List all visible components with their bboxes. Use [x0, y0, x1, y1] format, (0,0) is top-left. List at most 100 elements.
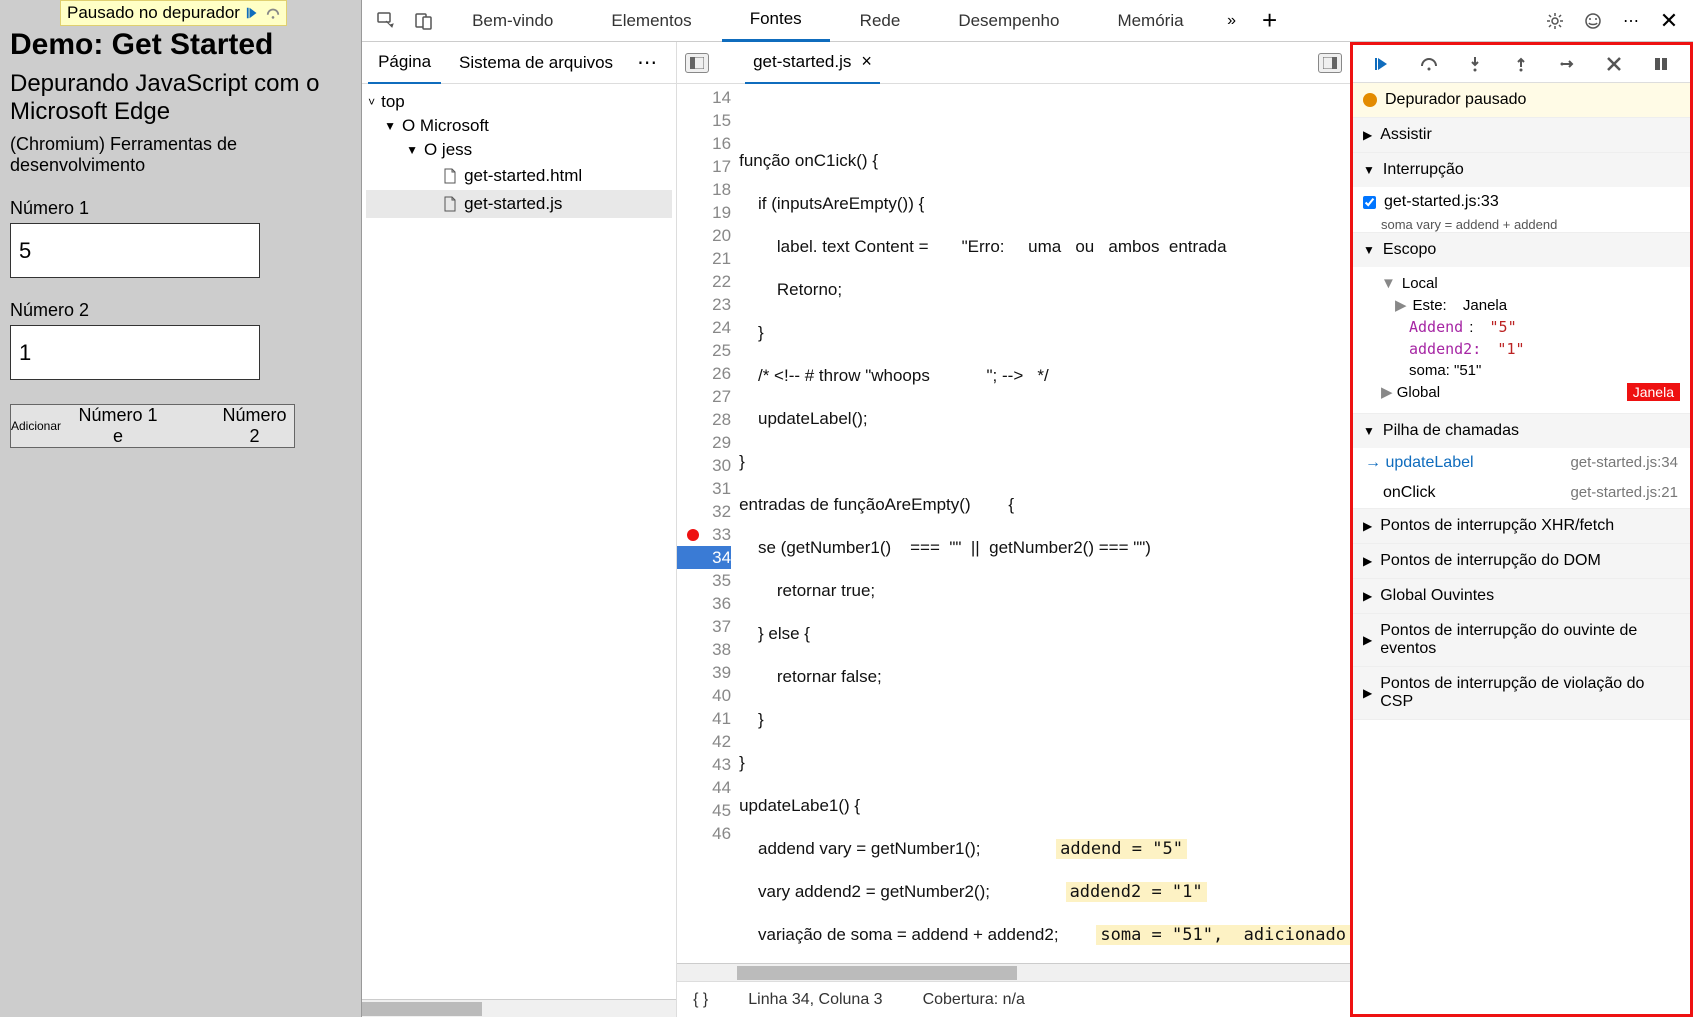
- scope-this-value: Janela: [1463, 297, 1507, 314]
- inline-value-addend2: addend2 = "1": [1066, 882, 1207, 902]
- breakpoint-location: get-started.js:33: [1384, 193, 1499, 211]
- nav-tab-page[interactable]: Página: [368, 42, 441, 84]
- feedback-icon[interactable]: [1575, 3, 1611, 39]
- tree-file-html-label: get-started.html: [464, 166, 582, 186]
- breakpoint-item[interactable]: get-started.js:33: [1353, 187, 1690, 217]
- section-scope[interactable]: ▼Escopo: [1353, 233, 1690, 267]
- coverage-label: Cobertura: n/a: [923, 991, 1025, 1009]
- section-dom-bp[interactable]: ▶Pontos de interrupção do DOM: [1353, 544, 1690, 578]
- editor-tab-close-icon[interactable]: ×: [861, 51, 872, 72]
- editor-status-bar: { } Linha 34, Coluna 3 Cobertura: n/a: [677, 981, 1350, 1017]
- cursor-position: Linha 34, Coluna 3: [748, 991, 882, 1009]
- callstack-frame-1[interactable]: onClickget-started.js:21: [1353, 478, 1690, 508]
- tree-domain[interactable]: ▼O Microsoft: [366, 114, 672, 138]
- inline-value-soma: soma = "51", adicionado: [1096, 925, 1350, 945]
- section-breakpoints[interactable]: ▼Interrupção: [1353, 153, 1690, 187]
- callstack-frame-0-fn: updateLabel: [1385, 454, 1473, 471]
- num2-input[interactable]: [10, 325, 260, 380]
- section-global-listeners[interactable]: ▶Global Ouvintes: [1353, 579, 1690, 613]
- section-watch[interactable]: ▶Assistir: [1353, 118, 1690, 152]
- scope-this[interactable]: ▶Este: Janela: [1381, 294, 1680, 316]
- more-tabs-icon[interactable]: »: [1214, 3, 1250, 39]
- tree-top[interactable]: ˅top: [366, 90, 672, 114]
- section-callstack[interactable]: ▼Pilha de chamadas: [1353, 414, 1690, 448]
- section-dom-label: Pontos de interrupção do DOM: [1380, 552, 1601, 570]
- step-button[interactable]: [1553, 49, 1583, 79]
- section-xhr-bp[interactable]: ▶Pontos de interrupção XHR/fetch: [1353, 509, 1690, 543]
- more-icon[interactable]: ⋯: [1613, 3, 1649, 39]
- callstack-frame-0[interactable]: → updateLabelget-started.js:34: [1353, 448, 1690, 478]
- scope-global[interactable]: ▶ GlobalJanela: [1381, 381, 1680, 403]
- section-xhr-label: Pontos de interrupção XHR/fetch: [1380, 517, 1614, 535]
- toggle-debugger-icon[interactable]: [1318, 53, 1342, 73]
- num1-input[interactable]: [10, 223, 260, 278]
- add-button-mid: Número 1 e: [71, 405, 165, 447]
- section-watch-label: Assistir: [1380, 126, 1432, 144]
- step-out-button[interactable]: [1506, 49, 1536, 79]
- section-callstack-label: Pilha de chamadas: [1383, 422, 1519, 440]
- tree-file-js[interactable]: get-started.js: [366, 190, 672, 218]
- scope-var-soma: soma: "51": [1381, 360, 1680, 381]
- tree-folder[interactable]: ▼O jess: [366, 138, 672, 162]
- section-event-bp-label: Pontos de interrupção do ouvinte de even…: [1380, 622, 1680, 658]
- paused-overlay-text: Pausado no depurador: [67, 3, 240, 23]
- line-gutter[interactable]: 1415161718192021222324252627282930313233…: [677, 84, 739, 963]
- section-csp-label: Pontos de interrupção de violação do CSP: [1380, 675, 1680, 711]
- tab-performance[interactable]: Desempenho: [930, 0, 1087, 42]
- tab-elements[interactable]: Elementos: [583, 0, 719, 42]
- deactivate-bp-button[interactable]: [1599, 49, 1629, 79]
- step-over-button[interactable]: [1414, 49, 1444, 79]
- editor-pane: get-started.js × 14151617181920212223242…: [677, 42, 1353, 1017]
- devtools-top-tabs: Bem-vindo Elementos Fontes Rede Desempen…: [362, 0, 1693, 42]
- scope-local-label: Local: [1402, 275, 1438, 292]
- callstack-frame-1-loc: get-started.js:21: [1570, 484, 1678, 502]
- debugger-pane: Depurador pausado ▶Assistir ▼Interrupção…: [1353, 42, 1693, 1017]
- file-tree: ˅top ▼O Microsoft ▼O jess get-started.ht…: [362, 84, 676, 224]
- page-subtitle-2: (Chromium) Ferramentas de desenvolviment…: [10, 134, 351, 176]
- step-over-icon[interactable]: [266, 6, 280, 20]
- braces-icon[interactable]: { }: [693, 991, 708, 1009]
- nav-scrollbar[interactable]: [362, 999, 676, 1017]
- code-content: função onC1ick() { if (inputsAreEmpty())…: [739, 84, 1350, 963]
- resume-icon[interactable]: [246, 6, 260, 20]
- resume-button[interactable]: [1367, 49, 1397, 79]
- tab-sources[interactable]: Fontes: [722, 0, 830, 42]
- num1-label: Número 1: [10, 198, 351, 219]
- tab-network[interactable]: Rede: [832, 0, 929, 42]
- step-into-button[interactable]: [1460, 49, 1490, 79]
- page-title: Demo: Get Started: [10, 28, 351, 62]
- tab-memory[interactable]: Memória: [1089, 0, 1211, 42]
- breakpoint-checkbox[interactable]: [1363, 196, 1376, 209]
- toggle-navigator-icon[interactable]: [685, 53, 709, 73]
- debugger-status-text: Depurador pausado: [1385, 91, 1526, 109]
- add-tab-icon[interactable]: +: [1252, 3, 1288, 39]
- tab-welcome[interactable]: Bem-vindo: [444, 0, 581, 42]
- inline-value-addend: addend = "5": [1056, 839, 1187, 859]
- breakpoint-code: soma vary = addend + addend: [1353, 217, 1690, 232]
- navigator-pane: Página Sistema de arquivos ⋯ ˅top ▼O Mic…: [362, 42, 677, 1017]
- section-csp-bp[interactable]: ▶Pontos de interrupção de violação do CS…: [1353, 667, 1690, 719]
- editor-tab[interactable]: get-started.js ×: [745, 42, 880, 84]
- file-icon: [442, 168, 458, 184]
- tree-domain-label: O Microsoft: [402, 116, 489, 136]
- nav-tab-filesystem[interactable]: Sistema de arquivos: [449, 42, 623, 84]
- section-listeners-label: Global Ouvintes: [1380, 587, 1494, 605]
- nav-more-icon[interactable]: ⋯: [631, 50, 663, 75]
- scope-var-addend: Addend: "5": [1381, 316, 1680, 338]
- add-button[interactable]: Adicionar Número 1 e Número 2: [10, 404, 295, 448]
- close-icon[interactable]: ✕: [1651, 3, 1687, 39]
- tree-file-html[interactable]: get-started.html: [366, 162, 672, 190]
- code-editor[interactable]: 1415161718192021222324252627282930313233…: [677, 84, 1350, 963]
- scope-local[interactable]: ▼Local: [1381, 273, 1680, 294]
- debugger-status: Depurador pausado: [1353, 83, 1690, 118]
- editor-scrollbar[interactable]: [677, 963, 1350, 981]
- add-button-end: Número 2: [215, 405, 294, 447]
- tree-top-label: top: [381, 92, 405, 112]
- device-icon[interactable]: [406, 3, 442, 39]
- section-event-bp[interactable]: ▶Pontos de interrupção do ouvinte de eve…: [1353, 614, 1690, 666]
- settings-icon[interactable]: [1537, 3, 1573, 39]
- pause-exceptions-button[interactable]: [1646, 49, 1676, 79]
- tree-folder-label: O jess: [424, 140, 472, 160]
- inspect-icon[interactable]: [368, 3, 404, 39]
- demo-page: Pausado no depurador Demo: Get Started D…: [0, 0, 362, 1017]
